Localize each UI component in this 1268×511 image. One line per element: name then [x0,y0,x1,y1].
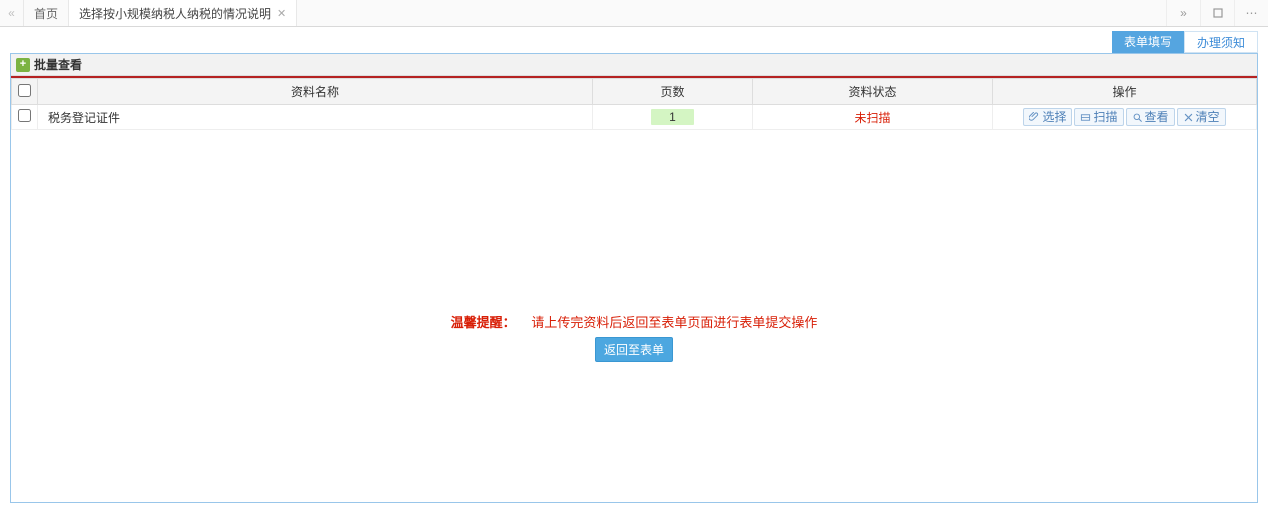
view-icon [1132,112,1143,123]
scan-label: 扫描 [1093,110,1117,124]
header-status: 资料状态 [753,79,993,105]
scan-icon [1080,112,1091,123]
header-checkbox-cell [12,79,38,105]
header-pages: 页数 [593,79,753,105]
reminder-text: 请上传完资料后返回至表单页面进行表单提交操作 [531,315,817,330]
view-button[interactable]: 查看 [1126,108,1175,126]
header-name: 资料名称 [38,79,593,105]
table-row: 税务登记证件 1 未扫描 选择 扫描 [12,105,1257,130]
page-count-badge: 1 [651,109,694,125]
materials-table: 资料名称 页数 资料状态 操作 税务登记证件 1 未扫描 [11,78,1257,130]
clear-button[interactable]: 清空 [1177,108,1226,126]
row-status: 未扫描 [753,105,993,130]
table-container: 资料名称 页数 资料状态 操作 税务登记证件 1 未扫描 [11,76,1257,130]
tab-scroll-left-icon[interactable]: « [0,0,24,26]
row-name: 税务登记证件 [38,105,593,130]
select-button[interactable]: 选择 [1023,108,1072,126]
tab-home-label: 首页 [34,5,58,22]
tab-active[interactable]: 选择按小规模纳税人纳税的情况说明 ✕ [69,0,297,26]
scan-button[interactable]: 扫描 [1074,108,1123,126]
tab-home[interactable]: 首页 [24,0,69,26]
panel-header: 批量查看 [11,54,1257,76]
row-ops: 选择 扫描 查看 清空 [999,108,1250,126]
header-ops: 操作 [993,79,1257,105]
panel-body: 温馨提醒： 请上传完资料后返回至表单页面进行表单提交操作 返回至表单 [11,130,1257,502]
tab-bar-left: « 首页 选择按小规模纳税人纳税的情况说明 ✕ [0,0,1166,26]
row-checkbox-cell [12,105,38,130]
window-controls: » ⋯ [1166,0,1268,26]
reminder: 温馨提醒： 请上传完资料后返回至表单页面进行表单提交操作 [11,304,1257,337]
spacer [11,130,1257,304]
tab-scroll-right-icon[interactable]: » [1166,0,1200,26]
tab-bar: « 首页 选择按小规模纳税人纳税的情况说明 ✕ » ⋯ [0,0,1268,27]
clear-icon [1183,112,1194,123]
row-ops-cell: 选择 扫描 查看 清空 [993,105,1257,130]
more-icon[interactable]: ⋯ [1234,0,1268,26]
view-label: 查看 [1145,110,1169,124]
clear-label: 清空 [1196,110,1220,124]
return-button[interactable]: 返回至表单 [595,337,673,362]
return-row: 返回至表单 [11,337,1257,502]
panel-title: 批量查看 [34,56,82,73]
select-all-checkbox[interactable] [18,84,31,97]
form-fill-button[interactable]: 表单填写 [1112,31,1184,53]
toolbar: 表单填写 办理须知 [0,27,1268,53]
close-icon[interactable]: ✕ [277,7,286,20]
table-header-row: 资料名称 页数 资料状态 操作 [12,79,1257,105]
row-pages-cell: 1 [593,105,753,130]
attach-icon [1029,112,1040,123]
reminder-label: 温馨提醒： [451,315,516,330]
tab-active-label: 选择按小规模纳税人纳税的情况说明 [79,5,271,22]
batch-view-icon [16,58,30,72]
main-panel: 批量查看 资料名称 页数 资料状态 操作 [10,53,1258,503]
row-checkbox[interactable] [18,109,31,122]
notice-button[interactable]: 办理须知 [1184,31,1258,53]
maximize-icon[interactable] [1200,0,1234,26]
select-label: 选择 [1042,110,1066,124]
